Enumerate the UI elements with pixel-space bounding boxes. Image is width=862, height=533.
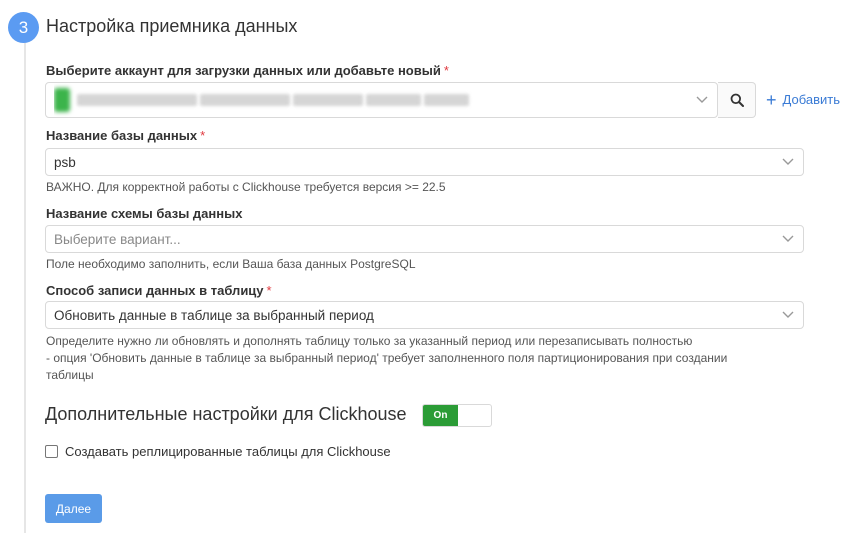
redacted-text <box>200 94 290 106</box>
required-marker: * <box>200 128 206 143</box>
advanced-settings-toggle[interactable]: On <box>422 404 492 427</box>
write-mode-hint-line: - опция 'Обновить данные в таблице за вы… <box>46 351 728 365</box>
chevron-down-icon[interactable] <box>773 149 803 175</box>
database-hint: ВАЖНО. Для корректной работы с Clickhous… <box>46 180 446 194</box>
step-title: Настройка приемника данных <box>46 16 298 36</box>
write-mode-select[interactable]: Обновить данные в таблице за выбранный п… <box>45 301 804 329</box>
schema-label-text: Название схемы базы данных <box>46 206 243 221</box>
search-icon <box>730 93 744 107</box>
add-account-label: Добавить <box>782 92 840 107</box>
account-value-redacted <box>54 83 687 117</box>
account-search-button[interactable] <box>718 82 756 118</box>
schema-placeholder: Выберите вариант... <box>54 231 181 247</box>
schema-hint: Поле необходимо заполнить, если Ваша баз… <box>46 257 416 271</box>
replicated-tables-option[interactable]: Создавать реплицированные таблицы для Cl… <box>45 444 391 459</box>
step-number-badge: 3 <box>8 12 39 43</box>
write-mode-hint: Определите нужно ли обновлять и дополнят… <box>46 333 727 384</box>
plus-icon: + <box>766 89 777 110</box>
next-button[interactable]: Далее <box>45 494 102 523</box>
chevron-down-icon[interactable] <box>773 226 803 252</box>
account-select[interactable] <box>45 82 718 118</box>
step-timeline-line <box>24 40 26 533</box>
toggle-on-label: On <box>423 405 458 426</box>
replicated-tables-label: Создавать реплицированные таблицы для Cl… <box>65 444 391 459</box>
write-mode-label-text: Способ записи данных в таблицу <box>46 283 264 298</box>
write-mode-hint-line: Определите нужно ли обновлять и дополнят… <box>46 334 693 348</box>
required-marker: * <box>443 63 449 78</box>
chevron-down-icon[interactable] <box>687 83 717 117</box>
schema-label: Название схемы базы данных <box>46 206 242 221</box>
account-label-text: Выберите аккаунт для загрузки данных или… <box>46 63 441 78</box>
write-mode-value: Обновить данные в таблице за выбранный п… <box>54 307 374 323</box>
write-mode-hint-line: таблицы <box>46 368 94 382</box>
account-label: Выберите аккаунт для загрузки данных или… <box>46 63 449 78</box>
add-account-link[interactable]: + Добавить <box>766 89 840 110</box>
schema-select[interactable]: Выберите вариант... <box>45 225 804 253</box>
database-label: Название базы данных * <box>46 128 205 143</box>
required-marker: * <box>266 283 272 298</box>
database-select[interactable]: psb <box>45 148 804 176</box>
account-avatar-redacted <box>54 88 70 112</box>
replicated-tables-checkbox[interactable] <box>45 445 58 458</box>
write-mode-label: Способ записи данных в таблицу * <box>46 283 272 298</box>
redacted-text <box>366 94 421 106</box>
redacted-text <box>424 94 469 106</box>
database-label-text: Название базы данных <box>46 128 198 143</box>
advanced-settings-title: Дополнительные настройки для Clickhouse <box>45 404 407 424</box>
redacted-text <box>77 94 197 106</box>
database-value: psb <box>54 154 76 170</box>
redacted-text <box>293 94 363 106</box>
chevron-down-icon[interactable] <box>773 302 803 328</box>
